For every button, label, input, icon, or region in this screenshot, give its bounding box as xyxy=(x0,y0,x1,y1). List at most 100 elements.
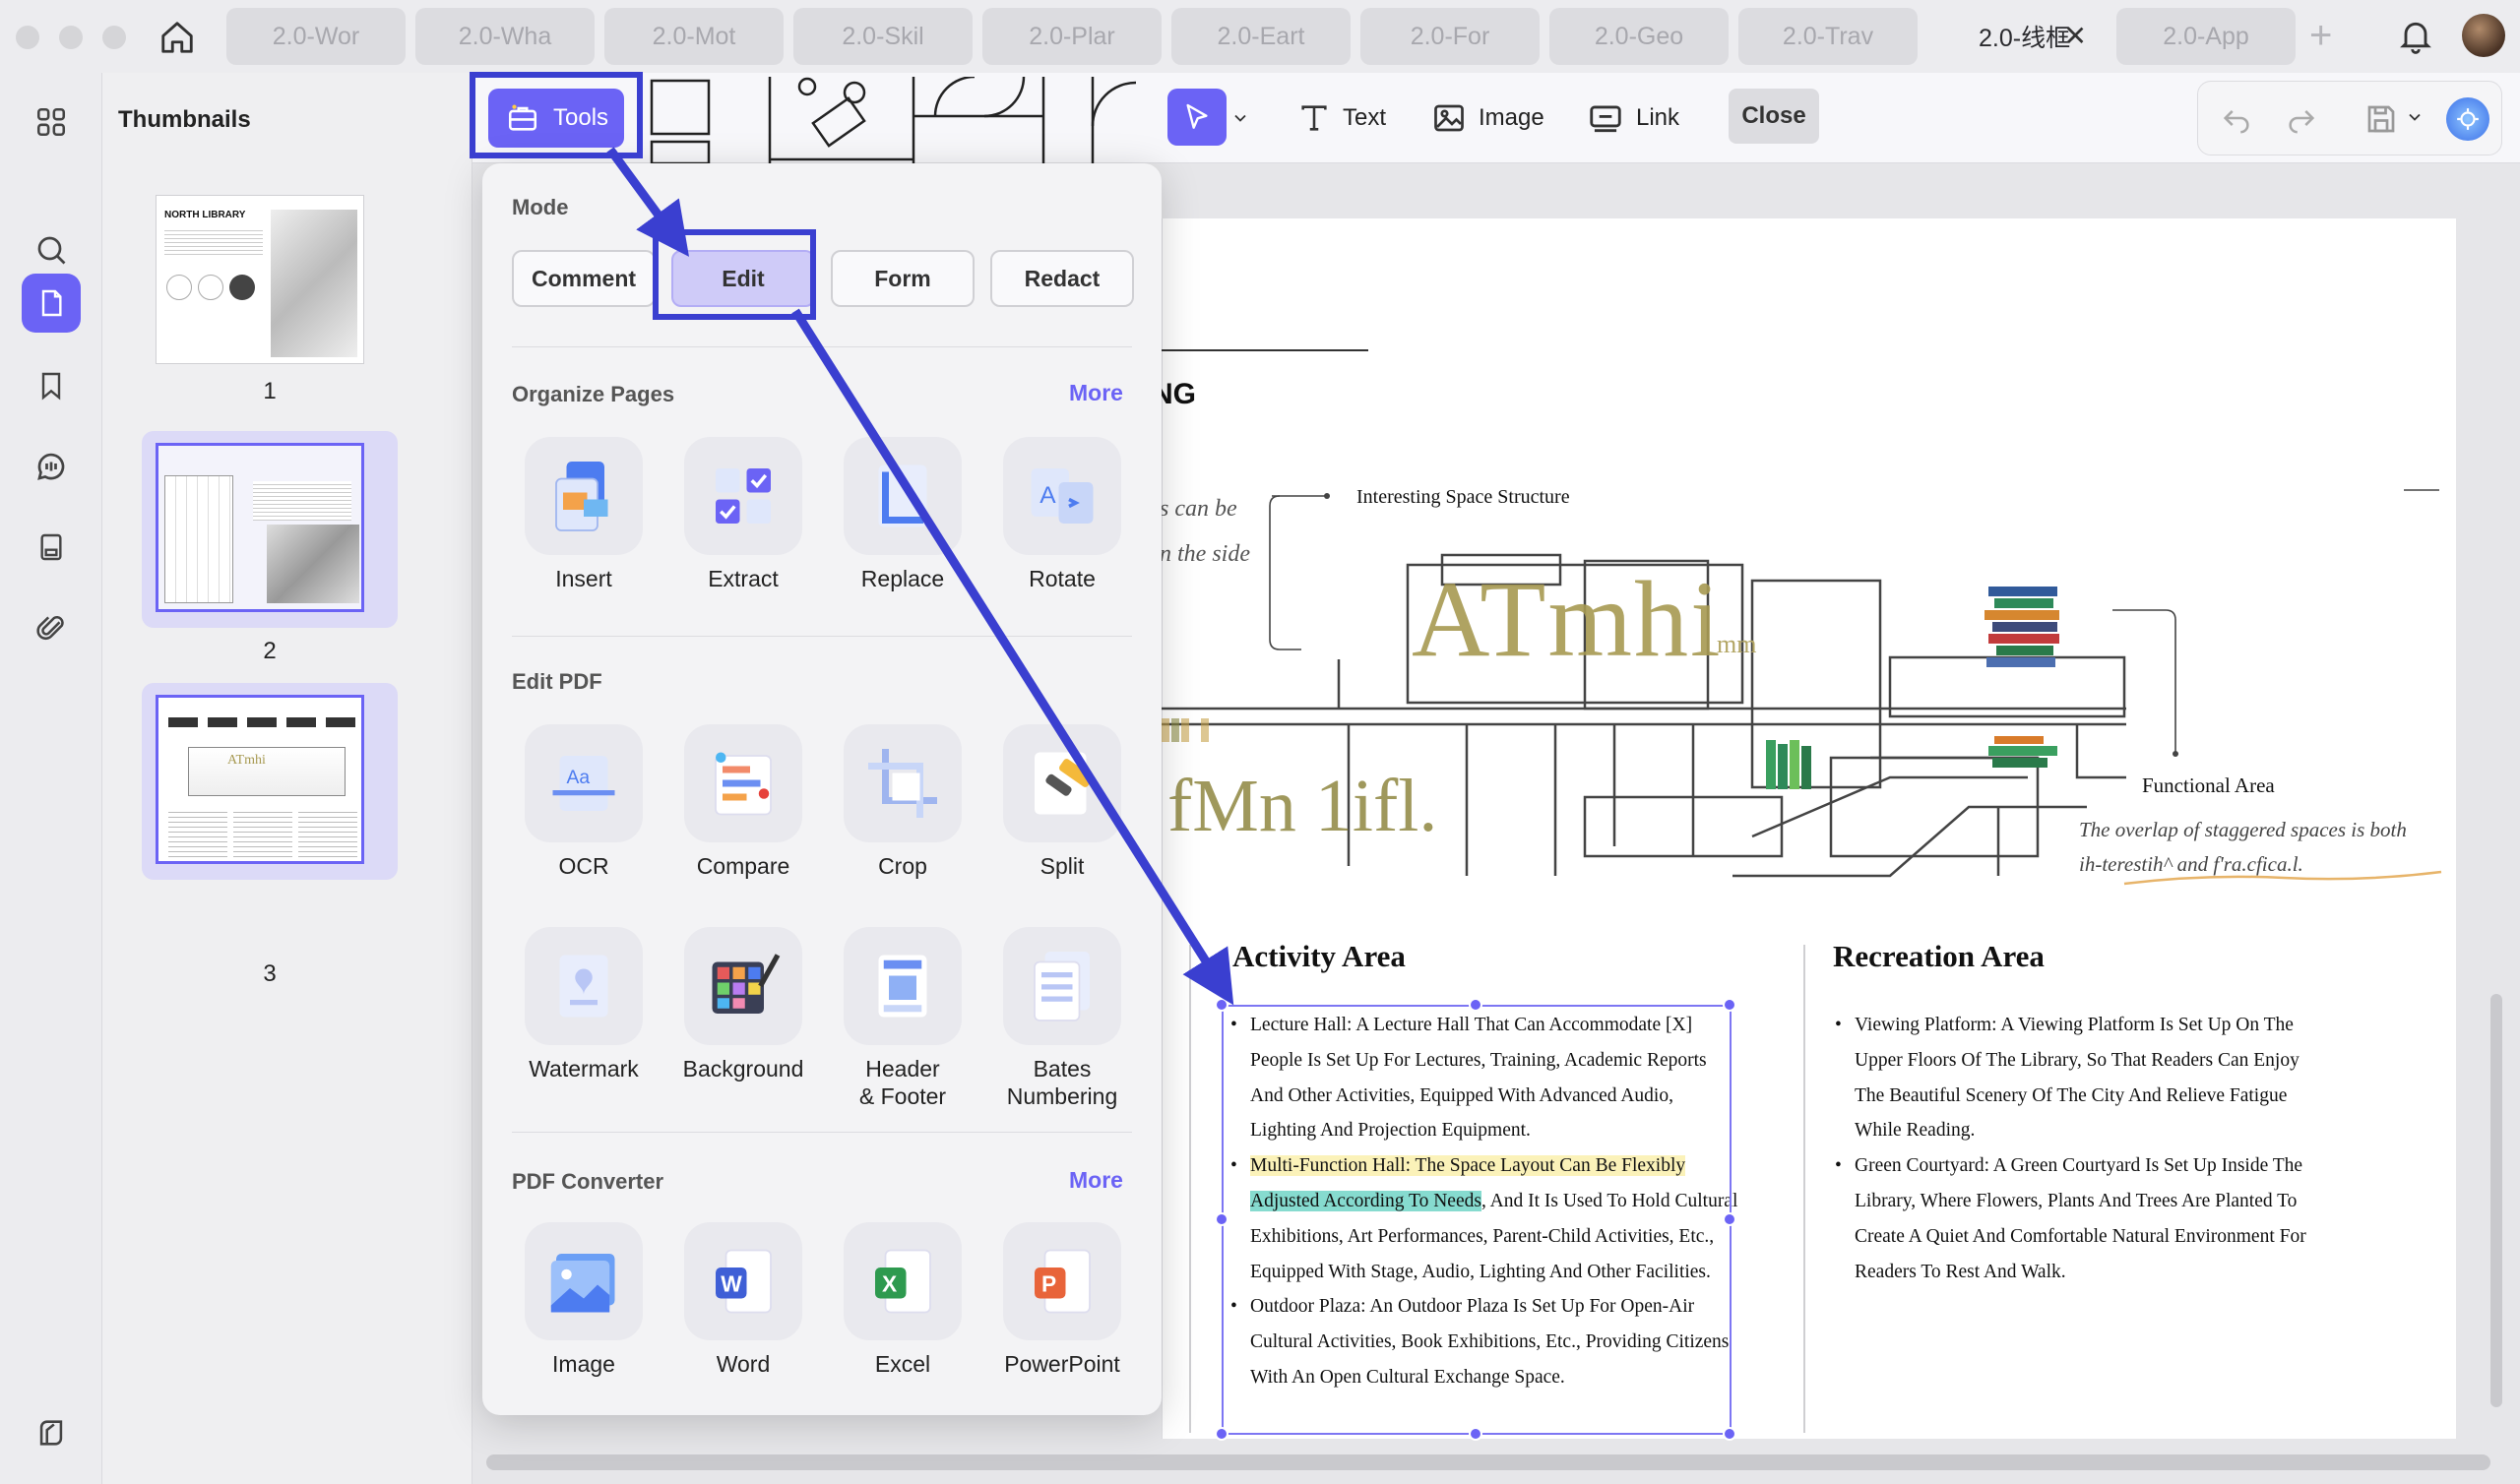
thumbnails-page-icon[interactable] xyxy=(22,274,81,333)
tab-document[interactable]: 2.0-Wor xyxy=(226,8,406,65)
mode-form-button[interactable]: Form xyxy=(831,250,975,307)
header-footer-icon xyxy=(844,927,962,1045)
convert-word-tool[interactable]: W Word xyxy=(663,1222,823,1378)
mode-redact-button[interactable]: Redact xyxy=(990,250,1134,307)
split-tool[interactable]: Split xyxy=(982,724,1142,880)
add-tab-icon[interactable]: + xyxy=(2309,14,2332,58)
thumbnail-page[interactable]: 2 xyxy=(142,431,398,664)
resize-handle[interactable] xyxy=(1723,1212,1736,1226)
tab-document[interactable]: 2.0-Eart xyxy=(1171,8,1351,65)
converter-more-link[interactable]: More xyxy=(1069,1167,1123,1194)
thumbnails-title: Thumbnails xyxy=(118,106,251,133)
tab-document[interactable]: 2.0-For xyxy=(1360,8,1540,65)
header-footer-tool[interactable]: Header & Footer xyxy=(823,927,982,1110)
thumbnail-page[interactable]: NORTH LIBRARY 1 xyxy=(142,183,398,404)
bates-numbering-icon xyxy=(1003,927,1121,1045)
apps-grid-icon[interactable] xyxy=(22,93,81,152)
convert-image-tool[interactable]: Image xyxy=(504,1222,663,1378)
add-link-button[interactable]: Link xyxy=(1587,94,1679,142)
resize-handle[interactable] xyxy=(1215,1427,1228,1441)
rotate-tool[interactable]: A Rotate xyxy=(982,437,1142,592)
add-image-button[interactable]: Image xyxy=(1431,94,1544,142)
left-rail xyxy=(0,73,102,1484)
organize-more-link[interactable]: More xyxy=(1069,380,1123,406)
mode-edit-button[interactable]: Edit xyxy=(671,250,815,307)
bookmark-icon[interactable] xyxy=(22,356,81,415)
resize-handle[interactable] xyxy=(1723,1427,1736,1441)
ocr-tool[interactable]: Aa OCR xyxy=(504,724,663,880)
page-top-drawing xyxy=(650,77,1137,163)
column-divider xyxy=(1803,945,1805,1433)
watermark-tool[interactable]: Watermark xyxy=(504,927,663,1082)
bates-numbering-tool[interactable]: Bates Numbering xyxy=(982,927,1142,1110)
space-structure-label: Interesting Space Structure xyxy=(1356,486,1570,508)
crop-tool[interactable]: Crop xyxy=(823,724,982,880)
replace-pages-icon xyxy=(844,437,962,555)
crop-icon xyxy=(844,724,962,842)
thumbnail-image: NORTH LIBRARY xyxy=(156,195,364,364)
ocr-artifact-text: mm xyxy=(1717,630,1757,658)
rotate-pages-icon: A xyxy=(1003,437,1121,555)
edit-pdf-section-title: Edit PDF xyxy=(512,669,602,694)
resize-handle[interactable] xyxy=(1215,998,1228,1012)
mode-comment-button[interactable]: Comment xyxy=(512,250,656,307)
convert-excel-tool[interactable]: X Excel xyxy=(823,1222,982,1378)
window-zoom-dot[interactable] xyxy=(102,26,126,49)
divider xyxy=(512,346,1132,347)
save-dropdown-icon[interactable] xyxy=(2405,107,2425,132)
sidebar-toggle-icon[interactable] xyxy=(22,1403,81,1462)
text-box-selection[interactable] xyxy=(1222,1005,1732,1435)
tab-document[interactable]: 2.0-Trav xyxy=(1738,8,1918,65)
resize-handle[interactable] xyxy=(1723,998,1736,1012)
comment-icon[interactable] xyxy=(22,437,81,496)
resize-handle[interactable] xyxy=(1215,1212,1228,1226)
svg-text:A: A xyxy=(1040,482,1056,509)
ai-assistant-icon[interactable] xyxy=(2446,97,2489,141)
add-text-button[interactable]: Text xyxy=(1297,94,1386,142)
home-icon[interactable] xyxy=(156,16,199,59)
replace-tool[interactable]: Replace xyxy=(823,437,982,592)
insert-tool[interactable]: Insert xyxy=(504,437,663,592)
horizontal-scrollbar[interactable] xyxy=(486,1454,2490,1470)
close-edit-button[interactable]: Close xyxy=(1729,89,1819,144)
compare-tool[interactable]: Compare xyxy=(663,724,823,880)
recreation-area-title: Recreation Area xyxy=(1833,939,2045,973)
attachment-icon[interactable] xyxy=(22,598,81,657)
activity-area-title: Activity Area xyxy=(1232,939,1406,973)
ocr-artifact-text: ATmhi xyxy=(1412,559,1723,679)
extract-tool[interactable]: Extract xyxy=(663,437,823,592)
insert-pages-icon xyxy=(525,437,643,555)
convert-powerpoint-tool[interactable]: P PowerPoint xyxy=(982,1222,1142,1378)
handwritten-note: s can be xyxy=(1160,496,1237,522)
avatar[interactable] xyxy=(2462,14,2505,57)
organize-icon[interactable] xyxy=(22,518,81,577)
tab-document-active[interactable]: 2.0-线框 ✕ xyxy=(1927,8,2107,65)
background-tool[interactable]: Background xyxy=(663,927,823,1082)
redo-icon[interactable] xyxy=(2285,101,2318,140)
select-dropdown-icon[interactable] xyxy=(1230,94,1250,142)
thumbnail-page-current[interactable]: ATmhi 3 xyxy=(142,683,398,987)
tab-document[interactable]: 2.0-Skil xyxy=(793,8,973,65)
close-tab-icon[interactable]: ✕ xyxy=(2064,20,2087,52)
tab-document[interactable]: 2.0-Geo xyxy=(1549,8,1729,65)
ocr-icon: Aa xyxy=(525,724,643,842)
tab-document[interactable]: 2.0-Wha xyxy=(415,8,595,65)
tab-document[interactable]: 2.0-App xyxy=(2116,8,2296,65)
bell-icon[interactable] xyxy=(2396,16,2435,60)
mode-section-title: Mode xyxy=(512,195,569,219)
window-close-dot[interactable] xyxy=(16,26,39,49)
excel-file-icon: X xyxy=(844,1222,962,1340)
tools-button[interactable]: Tools xyxy=(488,89,624,148)
resize-handle[interactable] xyxy=(1469,1427,1482,1441)
undo-icon[interactable] xyxy=(2220,101,2253,140)
tab-document[interactable]: 2.0-Mot xyxy=(604,8,784,65)
recreation-list[interactable]: Viewing Platform: A Viewing Platform Is … xyxy=(1831,1008,2323,1289)
save-icon[interactable] xyxy=(2363,101,2399,142)
vertical-scrollbar[interactable] xyxy=(2490,994,2502,1407)
tab-document[interactable]: 2.0-Plar xyxy=(982,8,1162,65)
select-tool-button[interactable] xyxy=(1167,89,1227,146)
window-minimize-dot[interactable] xyxy=(59,26,83,49)
watermark-icon xyxy=(525,927,643,1045)
resize-handle[interactable] xyxy=(1469,998,1482,1012)
search-icon[interactable] xyxy=(22,220,81,279)
